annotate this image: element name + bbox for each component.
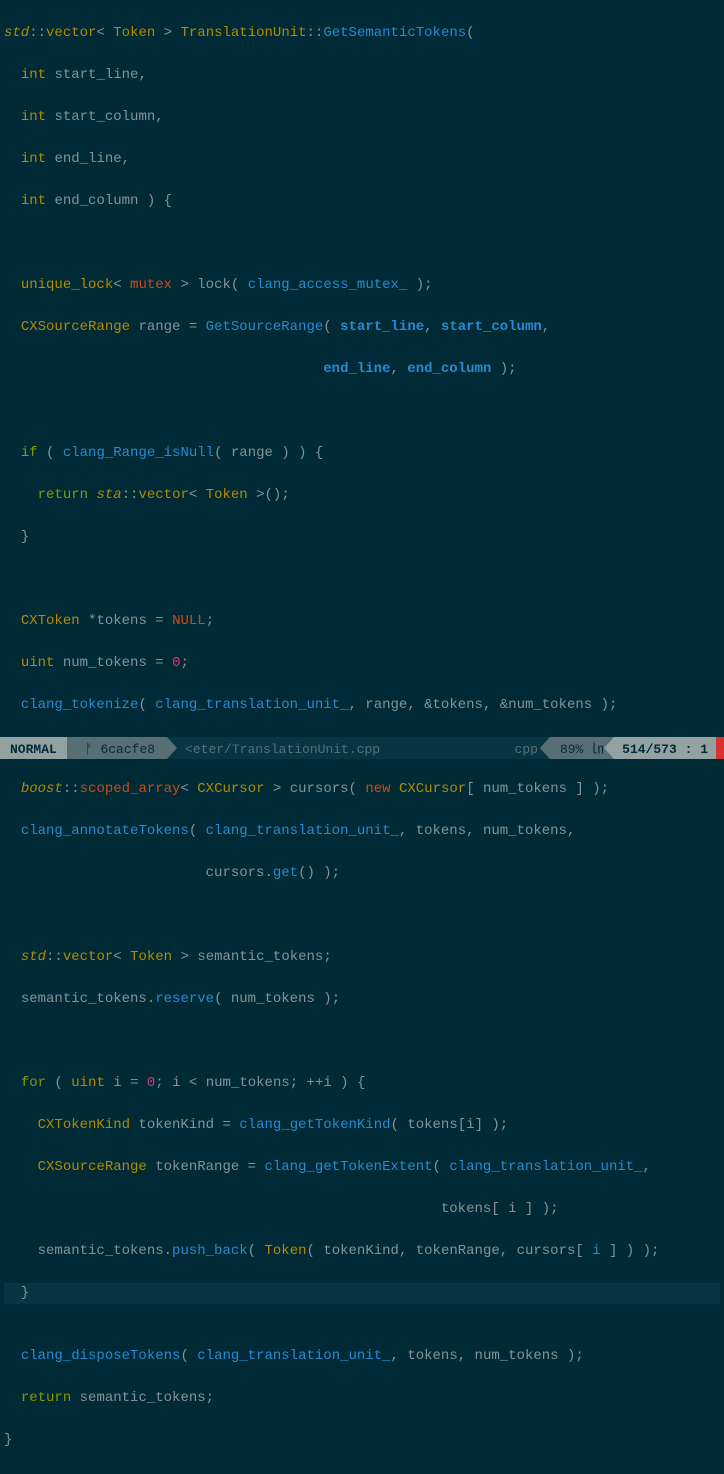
vim-mode-indicator: NORMAL bbox=[0, 737, 67, 759]
code-line: std::vector< Token > TranslationUnit::Ge… bbox=[4, 23, 720, 44]
code-line: int start_line, bbox=[4, 65, 720, 86]
code-line: CXSourceRange range = GetSourceRange( st… bbox=[4, 317, 720, 338]
code-line: int end_line, bbox=[4, 149, 720, 170]
code-line: clang_tokenize( clang_translation_unit_,… bbox=[4, 695, 720, 716]
code-line: end_line, end_column ); bbox=[4, 359, 720, 380]
code-line: CXSourceRange tokenRange = clang_getToke… bbox=[4, 1157, 720, 1178]
code-line: if ( clang_Range_isNull( range ) ) { bbox=[4, 443, 720, 464]
code-line: return sta::vector< Token >(); bbox=[4, 485, 720, 506]
code-line: tokens[ i ] ); bbox=[4, 1199, 720, 1220]
code-line: cursors.get() ); bbox=[4, 863, 720, 884]
code-line: } bbox=[4, 527, 720, 548]
line-icon: ㏑ bbox=[591, 742, 604, 757]
cursor-position: 514/573 : 1 bbox=[614, 737, 716, 759]
code-line: int end_column ) { bbox=[4, 191, 720, 212]
code-line bbox=[4, 401, 720, 422]
code-line: int start_column, bbox=[4, 107, 720, 128]
code-line: boost::scoped_array< CXCursor > cursors(… bbox=[4, 779, 720, 800]
code-line bbox=[4, 1304, 720, 1325]
code-line: semantic_tokens.reserve( num_tokens ); bbox=[4, 989, 720, 1010]
code-line: std::vector< Token > semantic_tokens; bbox=[4, 947, 720, 968]
code-line bbox=[4, 233, 720, 254]
code-line: uint num_tokens = 0; bbox=[4, 653, 720, 674]
code-line: for ( uint i = 0; i < num_tokens; ++i ) … bbox=[4, 1073, 720, 1094]
branch-icon: ᚠ bbox=[85, 742, 93, 757]
code-line bbox=[4, 1031, 720, 1052]
code-line: unique_lock< mutex > lock( clang_access_… bbox=[4, 275, 720, 296]
code-line: clang_annotateTokens( clang_translation_… bbox=[4, 821, 720, 842]
status-bar: NORMAL ᚠ 6cacfe8 <eter/TranslationUnit.c… bbox=[0, 737, 724, 759]
error-indicator bbox=[716, 737, 724, 759]
code-line: semantic_tokens.push_back( Token( tokenK… bbox=[4, 1241, 720, 1262]
code-line: return semantic_tokens; bbox=[4, 1388, 720, 1409]
cursor-line: } bbox=[4, 1283, 720, 1304]
code-line: CXToken *tokens = NULL; bbox=[4, 611, 720, 632]
code-line: clang_disposeTokens( clang_translation_u… bbox=[4, 1346, 720, 1367]
code-line: CXTokenKind tokenKind = clang_getTokenKi… bbox=[4, 1115, 720, 1136]
code-line bbox=[4, 569, 720, 590]
code-line bbox=[4, 905, 720, 926]
code-line: } bbox=[4, 1430, 720, 1451]
git-branch-indicator: ᚠ 6cacfe8 bbox=[67, 737, 167, 759]
file-path: <eter/TranslationUnit.cpp bbox=[167, 737, 390, 759]
